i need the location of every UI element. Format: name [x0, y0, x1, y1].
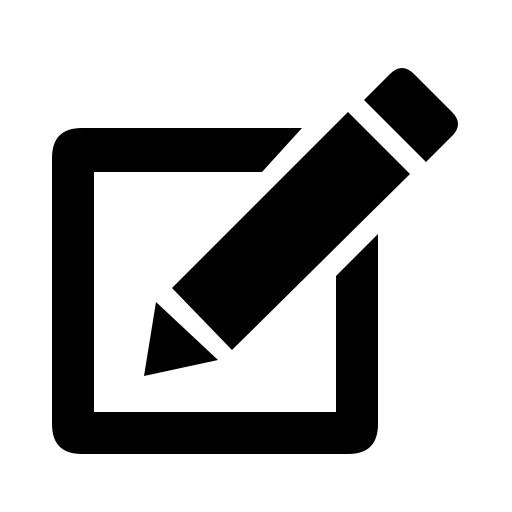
edit-icon-graphic — [52, 68, 458, 454]
edit-icon — [0, 0, 512, 512]
